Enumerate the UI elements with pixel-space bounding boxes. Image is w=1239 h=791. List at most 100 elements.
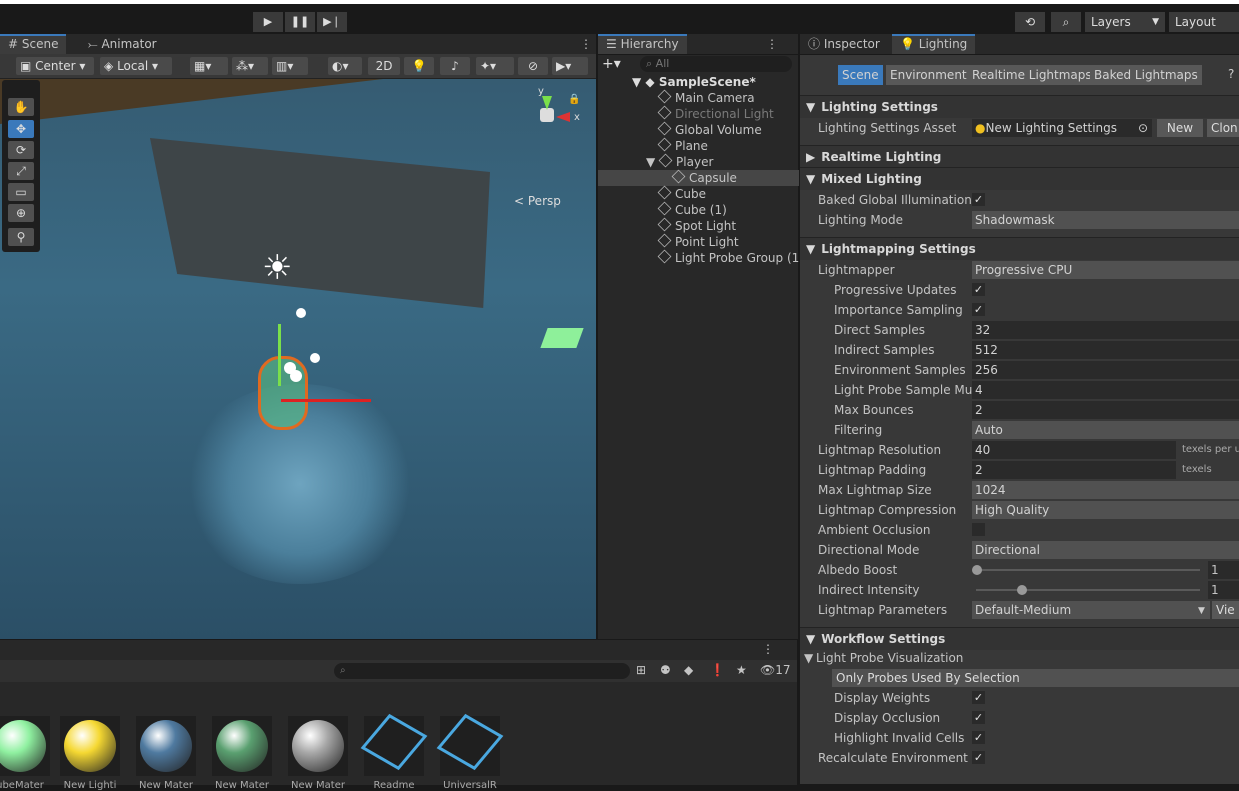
gizmo-x-cone[interactable] [556,112,570,122]
asset-thumbnail[interactable] [360,713,428,776]
setting-input[interactable]: 256 [972,361,1239,379]
setting-checkbox[interactable]: ✓ [972,283,985,296]
setting-dropdown[interactable]: Progressive CPU [972,261,1239,279]
gizmo-center[interactable] [540,108,554,122]
audio-toggle-icon[interactable]: ♪ [440,57,470,75]
star-icon[interactable]: ★ [736,663,747,677]
ruler-button[interactable]: ▥▾ [272,57,308,75]
setting-dropdown[interactable]: Default-Medium [972,601,1210,619]
setting-input[interactable]: 32 [972,321,1239,339]
mode-2d-button[interactable]: 2D [368,57,400,75]
setting-dropdown[interactable]: High Quality [972,501,1239,519]
hierarchy-search-input[interactable]: ⌕ All [640,56,792,72]
lock-icon[interactable]: ⋮ [758,34,786,54]
asset-thumbnail[interactable] [0,716,50,776]
section-mixed-lighting[interactable]: ▼ Mixed Lighting [800,167,1239,190]
section-workflow-settings[interactable]: ▼ Workflow Settings [800,627,1239,650]
tab-hierarchy[interactable]: ☰ Hierarchy [598,34,687,54]
filter-icon[interactable]: ⚉ [660,663,671,677]
play-button[interactable]: ▶ [253,12,283,32]
hand-tool-icon[interactable]: ✋ [8,98,34,116]
label-icon[interactable]: ◆ [684,663,693,677]
light-probe-vis-row[interactable]: ▼ Light Probe Visualization [800,648,1239,668]
capsule-object[interactable] [258,356,308,430]
slider-handle[interactable] [972,565,982,575]
camera-settings-icon[interactable]: ▶▾ [552,57,588,75]
visibility-toggle-icon[interactable]: ⊘ [518,57,548,75]
setting-input[interactable]: 40 [972,441,1176,459]
search-by-type-icon[interactable]: ⊞ [636,663,646,677]
space-dropdown[interactable]: ◈ Local ▾ [100,57,172,75]
asset-thumbnail[interactable] [288,716,348,776]
tab-inspector[interactable]: ⓘ Inspector [800,34,888,54]
transform-tool-icon[interactable]: ⊕ [8,204,34,222]
highlight-invalid-checkbox[interactable]: ✓ [972,731,985,744]
green-plane-object[interactable] [540,328,584,348]
section-lightmapping-settings[interactable]: ▼ Lightmapping Settings [800,237,1239,260]
new-button[interactable]: New [1157,119,1203,137]
search-icon[interactable]: ⌕ [1051,12,1081,32]
layout-dropdown[interactable]: Layout [1169,12,1239,32]
directional-light-icon[interactable]: ☀ [262,248,292,288]
recalc-checkbox[interactable]: ✓ [972,751,985,764]
subtab-realtime-lightmaps[interactable]: Realtime Lightmaps [968,65,1096,85]
asset-thumbnail[interactable] [60,716,120,776]
more-icon[interactable]: ⋮ [572,34,600,54]
setting-input[interactable]: 4 [972,381,1239,399]
subtab-environment[interactable]: Environment [886,65,971,85]
setting-dropdown[interactable]: Directional [972,541,1239,559]
view-button[interactable]: Vie [1212,601,1239,619]
section-lighting-settings[interactable]: ▼ Lighting Settings [800,95,1239,118]
shading-mode-button[interactable]: ◐▾ [328,57,362,75]
eye-icon[interactable]: 👁17 [760,663,791,677]
object-picker-icon[interactable]: ⊙ [1138,119,1152,137]
tab-lighting[interactable]: 💡 Lighting [892,34,976,54]
slider-track[interactable] [976,585,1200,595]
setting-input[interactable]: 2 [972,461,1176,479]
custom-tool-icon[interactable]: ⚲ [8,228,34,246]
rect-tool-icon[interactable]: ▭ [8,183,34,201]
scene-view[interactable]: ☀ y x < Persp 🔒 [0,54,596,639]
asset-field[interactable]: ●New Lighting Settings ⊙ [972,119,1152,137]
scene-root[interactable]: ▼ ◆ SampleScene* [598,74,832,90]
subtab-baked-lightmaps[interactable]: Baked Lightmaps [1090,65,1202,85]
slider-handle[interactable] [1016,585,1027,595]
tab-scene[interactable]: # Scene [0,34,67,54]
lock-icon[interactable]: ⋮ [762,642,774,656]
lighting-toggle-icon[interactable]: 💡 [404,57,434,75]
rotate-tool-icon[interactable]: ⟳ [8,141,34,159]
slider-track[interactable] [972,565,1200,575]
slider-value-field[interactable]: 1 [1208,561,1239,579]
increment-snap-button[interactable]: ⁂▾ [232,57,268,75]
asset-thumbnail[interactable] [212,716,272,776]
setting-checkbox[interactable]: ✓ [972,303,985,316]
persp-label[interactable]: < Persp [514,194,561,208]
subtab-scene[interactable]: Scene [838,65,883,85]
baked-gi-checkbox[interactable]: ✓ [972,193,985,206]
display-weights-checkbox[interactable]: ✓ [972,691,985,704]
pivot-dropdown[interactable]: ▣ Center ▾ [16,57,94,75]
move-handle-x[interactable] [281,399,371,402]
lock-icon[interactable]: 🔒 [568,94,580,105]
move-tool-icon[interactable]: ✥ [8,120,34,138]
layers-dropdown[interactable]: Layers ▼ [1085,12,1165,32]
step-button[interactable]: ▶❘ [317,12,347,32]
setting-dropdown[interactable]: 1024 [972,481,1239,499]
clone-button[interactable]: Clon [1207,119,1239,137]
add-icon[interactable]: +▾ [602,56,621,72]
setting-input[interactable]: 2 [972,401,1239,419]
tab-animator[interactable]: ⤚ Animator [80,34,165,54]
probe-vis-dropdown[interactable]: Only Probes Used By Selection [832,669,1239,687]
history-icon[interactable]: ⟲ [1015,12,1045,32]
asset-thumbnail[interactable] [436,713,504,776]
help-icon[interactable]: ? [1228,67,1234,81]
section-realtime-lighting[interactable]: ▶ Realtime Lighting [800,145,1239,168]
pause-button[interactable]: ❚❚ [285,12,315,32]
lighting-mode-dropdown[interactable]: Shadowmask [972,211,1239,229]
grid-snap-button[interactable]: ▦▾ [190,57,228,75]
setting-dropdown[interactable]: Auto [972,421,1239,439]
effects-toggle-icon[interactable]: ✦▾ [476,57,514,75]
display-occlusion-checkbox[interactable]: ✓ [972,711,985,724]
move-handle-y[interactable] [278,324,281,386]
setting-input[interactable]: 512 [972,341,1239,359]
